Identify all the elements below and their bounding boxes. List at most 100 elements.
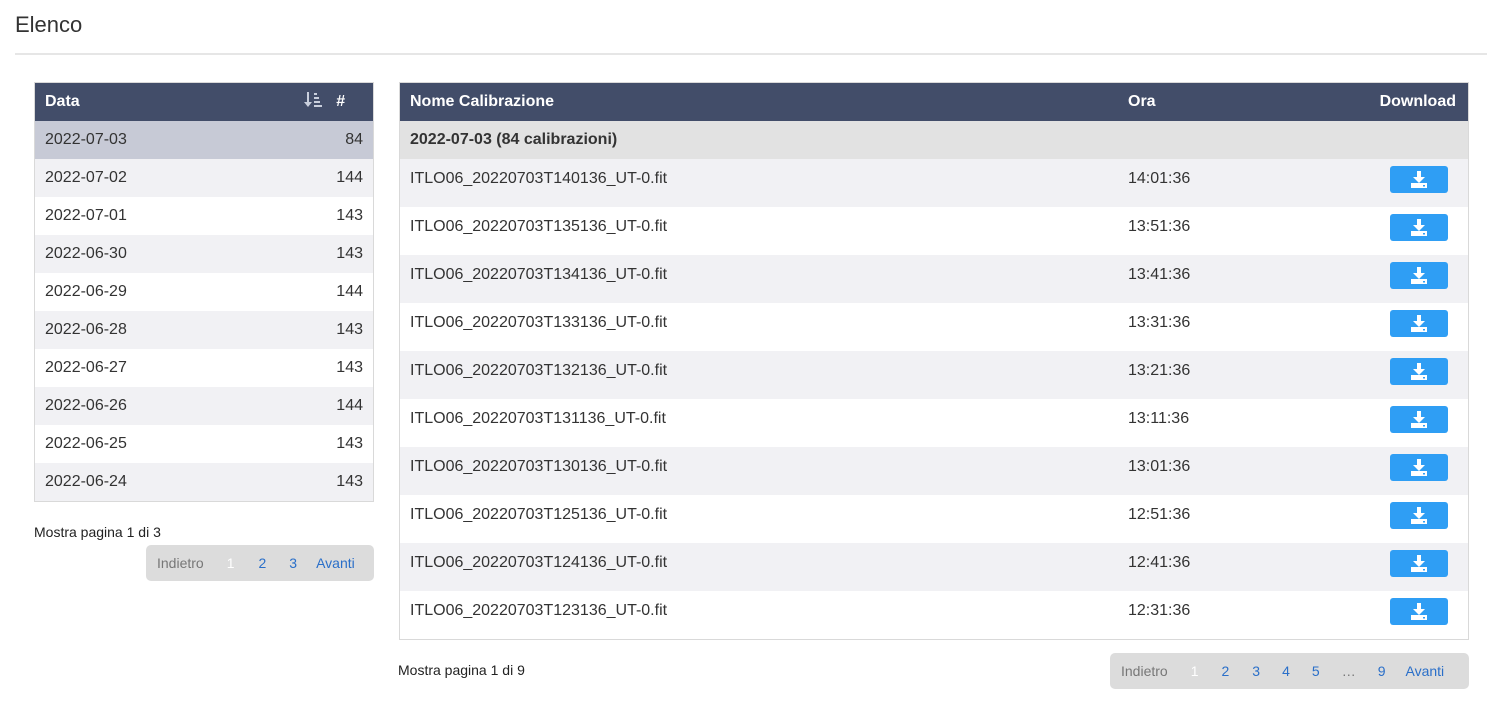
file-row: ITLO06_20220703T124136_UT-0.fit 12:41:36 bbox=[400, 543, 1468, 591]
date-cell: 2022-07-03 bbox=[45, 131, 127, 148]
column-header-time[interactable]: Ora bbox=[1118, 83, 1338, 121]
file-row: ITLO06_20220703T132136_UT-0.fit 13:21:36 bbox=[400, 351, 1468, 399]
download-cell bbox=[1338, 159, 1468, 207]
files-pager-next[interactable]: Avanti bbox=[1405, 663, 1444, 679]
download-icon bbox=[1410, 411, 1428, 428]
download-button[interactable] bbox=[1390, 214, 1448, 241]
file-row: ITLO06_20220703T131136_UT-0.fit 13:11:36 bbox=[400, 399, 1468, 447]
dates-pager-next[interactable]: Avanti bbox=[316, 555, 355, 571]
download-button[interactable] bbox=[1390, 358, 1448, 385]
file-time-cell: 13:51:36 bbox=[1118, 207, 1338, 255]
files-pager-page-1[interactable]: 1 bbox=[1191, 663, 1199, 679]
date-row[interactable]: 2022-07-01 143 bbox=[35, 197, 373, 235]
files-pager: Indietro 1 2 3 4 5 … 9 Avanti bbox=[1110, 653, 1469, 689]
files-table: Nome Calibrazione Ora Download 2022-07-0… bbox=[400, 83, 1468, 639]
download-icon bbox=[1410, 555, 1428, 572]
file-row: ITLO06_20220703T134136_UT-0.fit 13:41:36 bbox=[400, 255, 1468, 303]
download-cell bbox=[1338, 255, 1468, 303]
date-cell: 2022-06-28 bbox=[45, 321, 127, 338]
download-cell bbox=[1338, 399, 1468, 447]
file-row: ITLO06_20220703T140136_UT-0.fit 14:01:36 bbox=[400, 159, 1468, 207]
download-cell bbox=[1338, 207, 1468, 255]
download-button[interactable] bbox=[1390, 406, 1448, 433]
count-cell: 144 bbox=[336, 397, 363, 414]
count-cell: 143 bbox=[336, 435, 363, 452]
dates-pager: Indietro 1 2 3 Avanti bbox=[146, 545, 374, 581]
count-cell: 143 bbox=[336, 473, 363, 490]
download-icon bbox=[1410, 603, 1428, 620]
dates-pager-page-2[interactable]: 2 bbox=[259, 555, 267, 571]
dates-pager-info: Mostra pagina 1 di 3 bbox=[34, 524, 161, 540]
file-time-cell: 13:31:36 bbox=[1118, 303, 1338, 351]
dates-table: Data # 2022-07-03 84 2022-07-02 144 2022… bbox=[35, 83, 373, 501]
file-time-cell: 13:01:36 bbox=[1118, 447, 1338, 495]
download-icon bbox=[1410, 363, 1428, 380]
download-icon bbox=[1410, 459, 1428, 476]
page-title: Elenco bbox=[15, 12, 83, 37]
files-pager-prev[interactable]: Indietro bbox=[1121, 663, 1168, 679]
file-time-cell: 12:41:36 bbox=[1118, 543, 1338, 591]
sort-control[interactable] bbox=[286, 83, 326, 121]
download-cell bbox=[1338, 447, 1468, 495]
column-header-name[interactable]: Nome Calibrazione bbox=[400, 83, 1118, 121]
download-button[interactable] bbox=[1390, 502, 1448, 529]
sort-descending-icon[interactable] bbox=[304, 91, 323, 114]
count-cell: 84 bbox=[345, 131, 363, 148]
file-name-cell: ITLO06_20220703T125136_UT-0.fit bbox=[400, 495, 1118, 543]
download-cell bbox=[1338, 591, 1468, 639]
download-cell bbox=[1338, 303, 1468, 351]
file-time-cell: 13:11:36 bbox=[1118, 399, 1338, 447]
dates-pager-page-3[interactable]: 3 bbox=[289, 555, 297, 571]
column-header-date[interactable]: Data bbox=[35, 83, 286, 121]
download-icon bbox=[1410, 267, 1428, 284]
download-cell bbox=[1338, 351, 1468, 399]
download-button[interactable] bbox=[1390, 598, 1448, 625]
count-cell: 143 bbox=[336, 321, 363, 338]
date-row[interactable]: 2022-06-25 143 bbox=[35, 425, 373, 463]
dates-table-header: Data # bbox=[35, 83, 373, 121]
download-cell bbox=[1338, 495, 1468, 543]
download-icon bbox=[1410, 219, 1428, 236]
files-pager-page-5[interactable]: 5 bbox=[1312, 663, 1320, 679]
date-row[interactable]: 2022-07-03 84 bbox=[35, 121, 373, 159]
file-name-cell: ITLO06_20220703T123136_UT-0.fit bbox=[400, 591, 1118, 639]
files-pager-page-4[interactable]: 4 bbox=[1282, 663, 1290, 679]
date-row[interactable]: 2022-07-02 144 bbox=[35, 159, 373, 197]
date-row[interactable]: 2022-06-29 144 bbox=[35, 273, 373, 311]
file-time-cell: 13:41:36 bbox=[1118, 255, 1338, 303]
dates-pager-page-1[interactable]: 1 bbox=[227, 555, 235, 571]
date-row[interactable]: 2022-06-24 143 bbox=[35, 463, 373, 501]
files-pager-page-2[interactable]: 2 bbox=[1222, 663, 1230, 679]
date-row[interactable]: 2022-06-27 143 bbox=[35, 349, 373, 387]
download-button[interactable] bbox=[1390, 262, 1448, 289]
count-cell: 144 bbox=[336, 169, 363, 186]
file-name-cell: ITLO06_20220703T135136_UT-0.fit bbox=[400, 207, 1118, 255]
file-name-cell: ITLO06_20220703T133136_UT-0.fit bbox=[400, 303, 1118, 351]
date-row[interactable]: 2022-06-28 143 bbox=[35, 311, 373, 349]
date-row[interactable]: 2022-06-26 144 bbox=[35, 387, 373, 425]
files-pager-page-9[interactable]: 9 bbox=[1378, 663, 1386, 679]
file-name-cell: ITLO06_20220703T131136_UT-0.fit bbox=[400, 399, 1118, 447]
download-cell bbox=[1338, 543, 1468, 591]
file-row: ITLO06_20220703T133136_UT-0.fit 13:31:36 bbox=[400, 303, 1468, 351]
files-pager-page-3[interactable]: 3 bbox=[1252, 663, 1260, 679]
file-time-cell: 12:31:36 bbox=[1118, 591, 1338, 639]
count-cell: 143 bbox=[336, 207, 363, 224]
download-button[interactable] bbox=[1390, 550, 1448, 577]
group-row: 2022-07-03 (84 calibrazioni) bbox=[400, 121, 1468, 159]
column-header-count[interactable]: # bbox=[326, 83, 373, 121]
dates-pager-prev[interactable]: Indietro bbox=[157, 555, 204, 571]
download-button[interactable] bbox=[1390, 166, 1448, 193]
date-cell: 2022-06-30 bbox=[45, 245, 127, 262]
date-cell: 2022-06-27 bbox=[45, 359, 127, 376]
dates-table-container: Data # 2022-07-03 84 2022-07-02 144 2022… bbox=[34, 82, 374, 502]
download-icon bbox=[1410, 171, 1428, 188]
count-cell: 143 bbox=[336, 359, 363, 376]
date-cell: 2022-06-29 bbox=[45, 283, 127, 300]
file-time-cell: 12:51:36 bbox=[1118, 495, 1338, 543]
file-name-cell: ITLO06_20220703T132136_UT-0.fit bbox=[400, 351, 1118, 399]
count-cell: 143 bbox=[336, 245, 363, 262]
download-button[interactable] bbox=[1390, 454, 1448, 481]
date-row[interactable]: 2022-06-30 143 bbox=[35, 235, 373, 273]
download-button[interactable] bbox=[1390, 310, 1448, 337]
